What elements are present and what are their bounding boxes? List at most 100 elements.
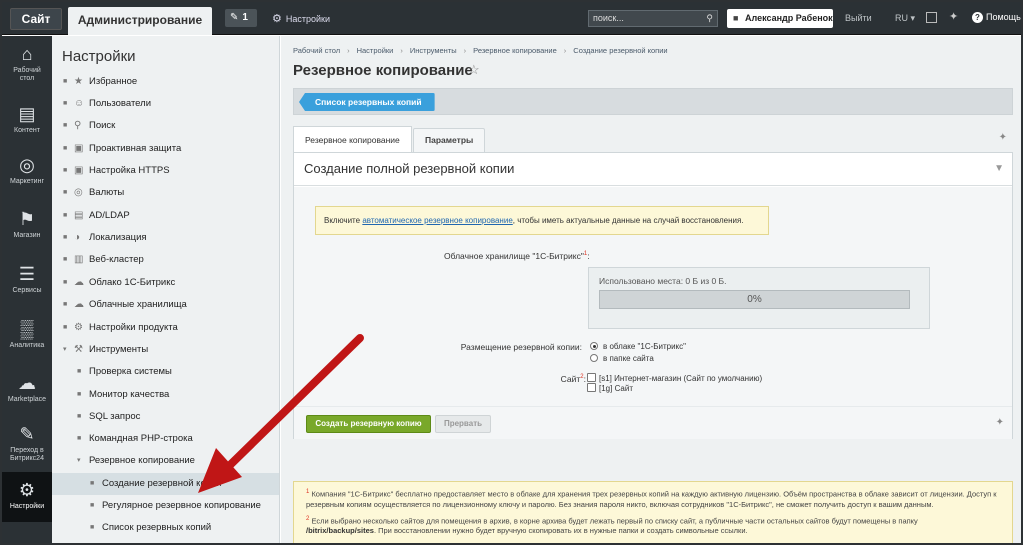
tree-bullet-icon[interactable]: ■ (90, 495, 94, 517)
settings-link[interactable]: ⚙ Настройки (272, 12, 330, 25)
menu-bitrix24-label: Переход в (10, 447, 44, 454)
tree-item[interactable]: ■ Монитор качества (52, 384, 279, 406)
tree-item[interactable]: ▾ ⚒ Инструменты (52, 339, 279, 361)
tree-bullet-icon[interactable]: ■ (63, 71, 67, 93)
tree-bullet-icon[interactable]: ■ (63, 115, 67, 137)
tree-bullet-icon[interactable]: ■ (63, 160, 67, 182)
tree-bullet-icon[interactable]: ■ (63, 93, 67, 115)
menu-marketing[interactable]: ◎ Маркетинг (2, 155, 52, 186)
tree-item[interactable]: ■ ◑ Локализация (52, 227, 279, 249)
tree-bullet-icon[interactable]: ■ (63, 138, 67, 160)
placement-folder-radio[interactable]: в папке сайта (590, 354, 654, 363)
pin-icon[interactable]: ✦ (996, 417, 1004, 428)
chevron-down-icon: ▾ (908, 13, 916, 23)
menu-shop[interactable]: ⚑ Магазин (2, 209, 52, 240)
menu-content[interactable]: ▤ Контент (2, 104, 52, 135)
tree-bullet-icon[interactable]: ■ (77, 428, 81, 450)
tree-bullet-icon[interactable]: ▾ (63, 339, 67, 361)
breadcrumb-item[interactable]: Резервное копирование (473, 46, 557, 55)
tab-backup[interactable]: Резервное копирование (293, 126, 412, 153)
breadcrumb-item[interactable]: Рабочий стол (293, 46, 340, 55)
tree-item-label: SQL запрос (89, 411, 141, 422)
tree-bullet-icon[interactable]: ■ (63, 317, 67, 339)
tabs: Резервное копирование Параметры ✦ (293, 126, 1013, 153)
tree-item[interactable]: ■ Регулярное резервное копирование (52, 495, 279, 517)
tree-item[interactable]: ■ ▣ Настройка HTTPS (52, 160, 279, 182)
tree-bullet-icon[interactable]: ■ (63, 294, 67, 316)
create-backup-button[interactable]: Создать резервную копию (306, 415, 431, 433)
tree-bullet-icon[interactable]: ■ (63, 205, 67, 227)
tree-item[interactable]: ■ ☺ Пользователи (52, 93, 279, 115)
backup-list-button[interactable]: Список резервных копий (299, 93, 435, 111)
tree-item[interactable]: ■ Проверка системы (52, 361, 279, 383)
tree-bullet-icon[interactable]: ■ (63, 227, 67, 249)
list-icon[interactable] (926, 12, 937, 23)
tree-item[interactable]: ■ Командная PHP-строка (52, 428, 279, 450)
footnote-2-tail: . При восстановлении нужно будет вручную… (373, 526, 748, 535)
stop-button[interactable]: Прервать (435, 415, 491, 433)
site-tab[interactable]: Сайт (10, 8, 62, 30)
favorite-star-icon[interactable]: ☆ (468, 62, 480, 78)
collapse-icon[interactable]: ▼ (994, 163, 1004, 174)
tree-bullet-icon[interactable]: ■ (90, 473, 94, 495)
tree-bullet-icon[interactable]: ■ (77, 406, 81, 428)
tree-item[interactable]: ■ ★ Избранное (52, 71, 279, 93)
breadcrumb-item[interactable]: Создание резервной копии (573, 46, 667, 55)
tree-bullet-icon[interactable]: ■ (63, 249, 67, 271)
tree-item[interactable]: ■ ⚲ Поиск (52, 115, 279, 137)
breadcrumb-item[interactable]: Инструменты (410, 46, 457, 55)
language-select[interactable]: RU ▾ (895, 13, 915, 24)
pin-icon[interactable]: ✦ (999, 132, 1007, 143)
tree-bullet-icon[interactable]: ■ (63, 272, 67, 294)
search-placeholder: поиск... (593, 13, 624, 23)
menu-marketplace[interactable]: ☁ Marketplace (2, 373, 52, 404)
cluster-icon: ▥ (74, 254, 84, 265)
search-input[interactable]: поиск... ⚲ (588, 10, 718, 27)
main-menu: ⌂ Рабочий стол ▤ Контент ◎ Маркетинг ⚑ М… (2, 36, 52, 543)
tab-params[interactable]: Параметры (413, 128, 486, 152)
site-s1-checkbox[interactable]: [s1] Интернет-магазин (Сайт по умолчанию… (587, 373, 762, 383)
site-label-text: Сайт (560, 374, 581, 384)
menu-bitrix24[interactable]: ✎ Переход в Битрикс24 (2, 424, 52, 463)
tree-item[interactable]: ■ ▥ Веб-кластер (52, 249, 279, 271)
tree-item[interactable]: ■ ▣ Проактивная защита (52, 138, 279, 160)
cloud-used-text: Использовано места: 0 Б из 0 Б. (599, 276, 727, 286)
breadcrumb-item[interactable]: Настройки (357, 46, 394, 55)
tree-item[interactable]: ■ ▤ AD/LDAP (52, 205, 279, 227)
logout-link[interactable]: Выйти (845, 13, 872, 23)
user-button[interactable]: ■ Александр Рабенок (727, 9, 833, 28)
tree-item[interactable]: ▾ Резервное копирование (52, 450, 279, 472)
tree-item[interactable]: ■ ◎ Валюты (52, 182, 279, 204)
panel-header: Создание полной резервной копии ▼ (294, 153, 1012, 186)
menu-bitrix24-label-2: Битрикс24 (10, 455, 44, 462)
menu-analytics[interactable]: ▒ Аналитика (2, 319, 52, 350)
menu-settings[interactable]: ⚙ Настройки (2, 472, 52, 522)
tree-item[interactable]: ■ ☁ Облачные хранилища (52, 294, 279, 316)
tree-bullet-icon[interactable]: ■ (77, 384, 81, 406)
notifications-button[interactable]: ✎ 1 (225, 9, 257, 27)
tree-item[interactable]: ■ ⚙ Настройки продукта (52, 317, 279, 339)
tree-bullet-icon[interactable]: ■ (63, 182, 67, 204)
tree-bullet-icon[interactable]: ■ (90, 517, 94, 539)
site-1g-checkbox[interactable]: [1g] Сайт (587, 383, 633, 393)
pin-icon[interactable]: ✦ (949, 10, 958, 23)
tree-item-label: Командная PHP-строка (89, 433, 193, 444)
menu-desktop[interactable]: ⌂ Рабочий стол (2, 44, 52, 83)
notice-link[interactable]: автоматическое резервное копирование (362, 216, 512, 225)
search-icon: ⚲ (74, 120, 82, 131)
menu-services[interactable]: ☰ Сервисы (2, 264, 52, 295)
tree-item[interactable]: ■ SQL запрос (52, 406, 279, 428)
tree-item[interactable]: ■ ☁ Облако 1С-Битрикс (52, 272, 279, 294)
tree-bullet-icon[interactable]: ■ (77, 361, 81, 383)
tree-item[interactable]: ■ Создание резервной копии (52, 473, 279, 495)
placement-cloud-radio[interactable]: в облаке "1С-Битрикс" (590, 342, 686, 351)
admin-tab[interactable]: Администрирование (68, 7, 212, 35)
search-icon[interactable]: ⚲ (706, 11, 713, 26)
tree-item-label: Создание резервной копии (102, 478, 222, 489)
settings-tree: Настройки ■ ★ Избранное ■ ☺ Пользователи ■ ⚲ Пои… (52, 36, 280, 543)
ldap-icon: ▤ (74, 210, 84, 221)
help-link[interactable]: ? Помощь (972, 12, 1021, 23)
tree-item[interactable]: ■ Список резервных копий (52, 517, 279, 539)
tree-bullet-icon[interactable]: ▾ (77, 450, 81, 472)
tree-item-label: Поиск (89, 120, 116, 131)
